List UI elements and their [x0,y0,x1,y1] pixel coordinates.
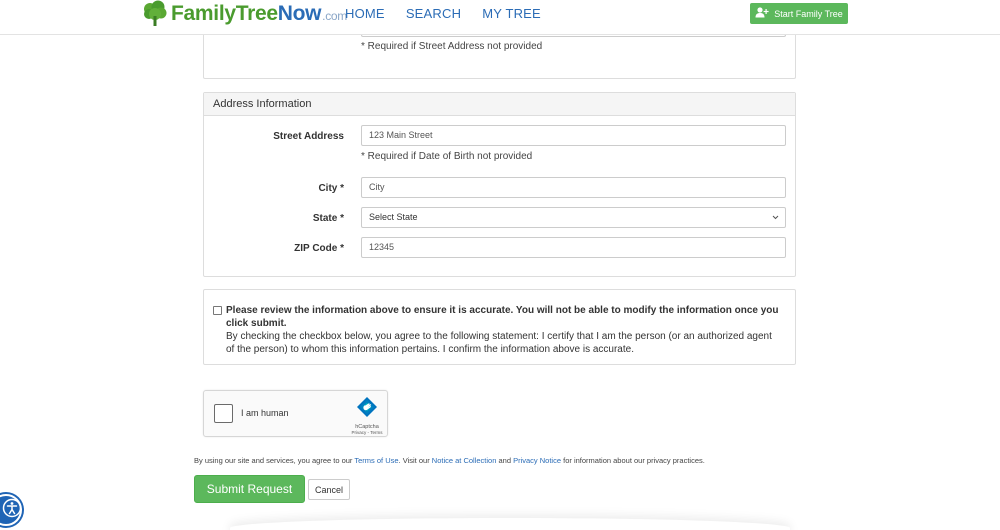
accessibility-icon [0,498,22,523]
address-panel: Address Information Street Address 123 M… [203,92,796,277]
legal-middle-1: . Visit our [398,456,432,465]
street-address-help-text: * Required if Date of Birth not provided [361,151,533,162]
notice-at-collection-link[interactable]: Notice at Collection [432,456,497,465]
captcha-privacy-link[interactable]: Privacy [352,430,367,435]
state-select[interactable]: Select State [361,207,786,228]
consent-checkbox[interactable] [213,306,222,315]
tree-icon [142,0,168,28]
zip-code-input[interactable]: 12345 [361,237,786,258]
captcha-terms-link[interactable]: Terms [370,430,382,435]
site-header: FamilyTreeNow.com HOME SEARCH MY TREE St… [0,0,1000,35]
hcaptcha-logo-icon [356,397,378,422]
add-user-icon [755,7,769,20]
main-nav: HOME SEARCH MY TREE [345,6,541,21]
captcha-label: I am human [241,408,289,418]
captcha-checkbox[interactable] [214,404,233,423]
accessibility-button[interactable] [0,494,22,526]
zip-code-label: ZIP Code * [294,243,344,254]
dob-help-text: * Required if Street Address not provide… [361,41,543,52]
state-select-value: Select State [369,212,418,222]
consent-panel: Please review the information above to e… [203,289,796,365]
chevron-down-icon [772,208,779,227]
legal-prefix: By using our site and services, you agre… [194,456,355,465]
cancel-button[interactable]: Cancel [308,479,350,500]
submit-request-button[interactable]: Submit Request [194,475,305,503]
nav-search[interactable]: SEARCH [406,6,461,21]
state-label: State * [312,213,344,224]
nav-my-tree[interactable]: MY TREE [482,6,541,21]
hcaptcha-widget: I am human hCaptcha Privacy - Terms [203,390,388,437]
legal-notice: By using our site and services, you agre… [194,456,705,465]
site-logo[interactable]: FamilyTreeNow.com [142,0,347,28]
privacy-notice-link[interactable]: Privacy Notice [513,456,561,465]
street-address-label: Street Address [273,131,344,142]
terms-of-use-link[interactable]: Terms of Use [354,456,398,465]
consent-statement-text: By checking the checkbox below, you agre… [226,331,772,355]
city-input[interactable]: City [361,177,786,198]
street-address-input[interactable]: 123 Main Street [361,125,786,146]
city-label: City * [318,183,344,194]
bottom-drawer-edge [230,518,790,530]
legal-middle-2: and [496,456,514,465]
start-family-tree-label: Start Family Tree [774,8,843,19]
start-family-tree-button[interactable]: Start Family Tree [750,3,848,24]
legal-suffix: for information about our privacy practi… [561,456,705,465]
nav-home[interactable]: HOME [345,6,385,21]
hcaptcha-brand: hCaptcha Privacy - Terms [345,396,389,435]
consent-warning-text: Please review the information above to e… [226,305,779,329]
logo-wordmark: FamilyTreeNow.com [171,2,347,25]
address-panel-heading: Address Information [204,93,795,116]
